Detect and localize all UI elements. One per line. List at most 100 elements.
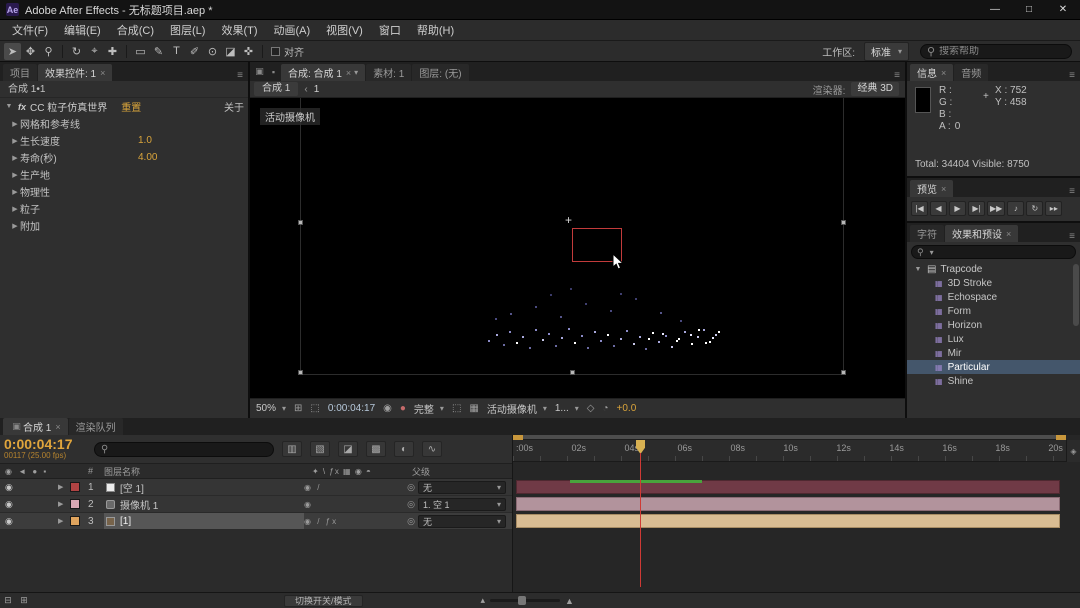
property-row[interactable]: ▶ 生长速度 1.0 — [0, 132, 248, 149]
effect-item-echospace[interactable]: ▦ Echospace — [907, 290, 1080, 304]
effect-item-particular[interactable]: ▦ Particular — [907, 360, 1080, 374]
tab-layer[interactable]: 图层: (无) — [412, 64, 469, 81]
layer-handle[interactable] — [841, 370, 846, 375]
anchor-point-icon[interactable]: + — [565, 214, 572, 226]
close-icon[interactable]: × — [941, 68, 946, 78]
rotation-tool-icon[interactable]: ↻ — [68, 43, 85, 60]
composition-flowchart-icon[interactable]: ▥ — [282, 441, 302, 457]
panel-menu-icon[interactable]: ≡ — [232, 70, 248, 81]
layer-bar-1[interactable] — [516, 480, 1060, 494]
selection-tool-icon[interactable]: ➤ — [4, 42, 21, 60]
column-layer-name[interactable]: 图层名称 — [104, 465, 312, 478]
tab-render-queue[interactable]: 渲染队列 — [68, 418, 123, 435]
layer-name[interactable]: 摄像机 1 — [104, 496, 304, 512]
grid-options-icon[interactable]: ⊞ — [294, 403, 302, 414]
menu-item-animation[interactable]: 动画(A) — [266, 22, 319, 38]
playhead[interactable] — [636, 440, 645, 587]
first-frame-button[interactable]: |◀ — [911, 201, 928, 216]
property-row[interactable]: ▶ 物理性 — [0, 183, 248, 200]
hand-tool-icon[interactable]: ✥ — [22, 43, 39, 60]
effect-item-3d-stroke[interactable]: ▦ 3D Stroke — [907, 276, 1080, 290]
panel-menu-icon[interactable]: ≡ — [1064, 70, 1080, 81]
property-row[interactable]: ▶ 附加 — [0, 217, 248, 234]
timeline-search[interactable]: ⚲ — [94, 441, 274, 457]
effect-item-form[interactable]: ▦ Form — [907, 304, 1080, 318]
view-layout-select[interactable]: 1... ▾ — [555, 403, 579, 414]
viewer-timecode[interactable]: 0:00:04:17 — [328, 403, 375, 414]
menu-item-effect[interactable]: 效果(T) — [213, 22, 265, 38]
lock-icon[interactable]: ▪ — [267, 67, 280, 77]
effect-item-mir[interactable]: ▦ Mir — [907, 346, 1080, 360]
twirl-closed-icon[interactable]: ▶ — [58, 500, 70, 508]
layer-name[interactable]: [1] — [104, 513, 304, 529]
current-timecode[interactable]: 0:00:04:17 — [4, 437, 86, 451]
column-hash[interactable]: # — [88, 466, 104, 476]
zoom-tool-icon[interactable]: ⚲ — [40, 43, 57, 60]
tab-effect-controls[interactable]: 效果控件: 1 × — [38, 64, 113, 81]
show-channels-icon[interactable]: ● — [400, 403, 406, 414]
property-row[interactable]: ▶ 网格和参考线 — [0, 115, 248, 132]
graph-editor-icon[interactable]: ∿ — [422, 441, 442, 457]
parent-select[interactable]: 1. 空 1 ▾ — [418, 497, 506, 511]
layer-row-1[interactable]: ◉ ▶ 1 [空 1] ◉ / ◎ 无 ▾ — [0, 479, 512, 496]
property-row[interactable]: ▶ 粒子 — [0, 200, 248, 217]
brush-tool-icon[interactable]: ✐ — [186, 43, 203, 60]
menu-item-layer[interactable]: 图层(L) — [162, 22, 213, 38]
twirl-open-icon[interactable]: ▼ — [913, 266, 923, 273]
shy-icon[interactable]: ◪ — [338, 441, 358, 457]
pan-behind-tool-icon[interactable]: ✚ — [104, 43, 121, 60]
twirl-closed-icon[interactable]: ▶ — [58, 517, 70, 525]
twirl-closed-icon[interactable]: ▶ — [10, 171, 20, 179]
layer-handle[interactable] — [298, 370, 303, 375]
tab-composition[interactable]: 合成: 合成 1 × ▾ — [281, 64, 366, 81]
tab-info[interactable]: 信息 × — [910, 64, 954, 81]
camera-view-select[interactable]: 活动摄像机 ▾ — [487, 401, 547, 416]
property-value[interactable]: 1.0 — [138, 135, 152, 146]
panel-menu-icon[interactable]: ≡ — [1064, 231, 1080, 242]
exposure-value[interactable]: +0.0 — [617, 403, 637, 414]
previous-frame-button[interactable]: ◀ — [930, 201, 947, 216]
property-row[interactable]: ▶ 寿命(秒) 4.00 — [0, 149, 248, 166]
loop-button[interactable]: ↻ — [1026, 201, 1044, 216]
effect-reset-link[interactable]: 重置 — [121, 99, 141, 114]
layer-switches[interactable]: ◉ — [304, 500, 404, 509]
effect-item-horizon[interactable]: ▦ Horizon — [907, 318, 1080, 332]
close-icon[interactable]: × — [346, 68, 351, 78]
tab-project[interactable]: 项目 — [3, 64, 37, 81]
shape-tool-icon[interactable]: ▭ — [132, 43, 149, 60]
audio-toggle-button[interactable]: ♪ — [1007, 201, 1025, 216]
effect-header[interactable]: ▼ fx CC 粒子仿真世界 重置 关于 — [0, 98, 248, 115]
column-parent[interactable]: 父级 — [412, 465, 512, 478]
timeline-track-area[interactable]: :00s 02s 04s 06s 08s 10s 12s 14s 16s 18s… — [512, 435, 1080, 592]
expand-layer-pane-icon[interactable]: ⊟ — [0, 595, 16, 606]
eye-icon[interactable]: ◉ — [5, 482, 13, 493]
effects-search[interactable]: ⚲ ▾ — [911, 245, 1076, 259]
next-frame-button[interactable]: ▶| — [968, 201, 985, 216]
timeline-zoom-slider[interactable] — [490, 596, 561, 605]
type-tool-icon[interactable]: T — [168, 43, 185, 60]
zoom-out-mountain-icon[interactable]: ▴ — [481, 595, 486, 606]
twirl-closed-icon[interactable]: ▶ — [10, 154, 20, 162]
mask-visibility-icon[interactable]: ⬚ — [310, 403, 319, 414]
twirl-closed-icon[interactable]: ▶ — [58, 483, 70, 491]
pixel-aspect-icon[interactable]: ◇ — [587, 403, 595, 414]
layer-handle[interactable] — [570, 370, 575, 375]
ram-preview-button[interactable]: ▸▸ — [1045, 201, 1063, 216]
magnification-select[interactable]: 50% ▾ — [256, 403, 286, 414]
tab-footage[interactable]: 素材: 1 — [366, 64, 412, 81]
zoom-slider-thumb[interactable] — [518, 596, 527, 605]
region-of-interest-icon[interactable]: ⬚ — [452, 403, 461, 414]
last-frame-button[interactable]: ▶▶ — [987, 201, 1006, 216]
renderer-button[interactable]: 经典 3D — [851, 82, 899, 96]
fast-preview-icon[interactable]: ◔ — [602, 403, 608, 414]
twirl-closed-icon[interactable]: ▶ — [10, 222, 20, 230]
parent-select[interactable]: 无 ▾ — [418, 514, 506, 528]
resolution-select[interactable]: 完整 ▾ — [414, 401, 444, 416]
puppet-pin-tool-icon[interactable]: ✜ — [240, 43, 257, 60]
menu-item-window[interactable]: 窗口 — [371, 22, 409, 38]
time-ruler[interactable]: :00s 02s 04s 06s 08s 10s 12s 14s 16s 18s… — [513, 440, 1066, 462]
transfer-controls-icon[interactable]: ⊞ — [16, 595, 32, 606]
eraser-tool-icon[interactable]: ◪ — [222, 43, 239, 60]
property-value[interactable]: 4.00 — [138, 152, 157, 163]
pickwhip-icon[interactable]: ◎ — [404, 516, 418, 527]
